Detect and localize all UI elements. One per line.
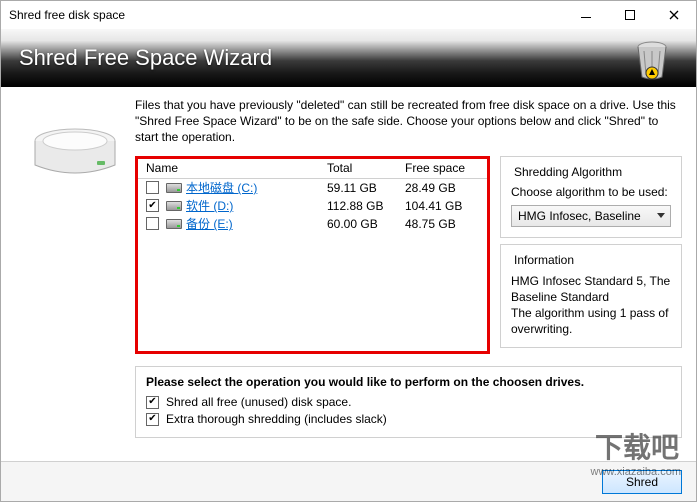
algorithm-selected: HMG Infosec, Baseline [518,209,641,223]
drive-total: 112.88 GB [327,199,405,213]
drive-checkbox[interactable] [146,217,159,230]
drive-checkbox[interactable] [146,181,159,194]
left-image-column [15,97,135,453]
operations-group: Please select the operation you would li… [135,366,682,438]
close-button[interactable] [652,1,696,29]
shred-free-checkbox[interactable] [146,396,159,409]
harddrive-icon [32,127,118,184]
chevron-down-icon [657,213,665,218]
shred-free-label: Shred all free (unused) disk space. [166,395,351,409]
table-row[interactable]: 本地磁盘 (C:) 59.11 GB28.49 GB [138,179,487,197]
wizard-heading: Shred Free Space Wizard [19,45,272,71]
col-header-name[interactable]: Name [142,161,327,175]
table-row[interactable]: 软件 (D:) 112.88 GB104.41 GB [138,197,487,215]
drive-total: 59.11 GB [327,181,405,195]
algorithm-select[interactable]: HMG Infosec, Baseline [511,205,671,227]
close-icon [669,10,679,20]
algorithm-info-text: HMG Infosec Standard 5, The Baseline Sta… [511,273,671,338]
col-header-total[interactable]: Total [327,161,405,175]
drive-icon [166,183,182,193]
table-header: Name Total Free space [138,159,487,179]
drive-icon [166,201,182,211]
algorithm-hint: Choose algorithm to be used: [511,185,671,199]
algorithm-info-group: Information HMG Infosec Standard 5, The … [500,244,682,349]
algorithm-group-label: Shredding Algorithm [511,165,625,179]
wizard-banner: Shred Free Space Wizard [1,29,696,87]
drive-name[interactable]: 备份 (E:) [186,215,233,232]
drive-free: 104.41 GB [405,199,483,213]
wizard-description: Files that you have previously "deleted"… [135,97,682,146]
table-row[interactable]: 备份 (E:) 60.00 GB48.75 GB [138,215,487,233]
algorithm-info-label: Information [511,253,577,267]
window-title: Shred free disk space [9,8,564,22]
drive-icon [166,219,182,229]
titlebar: Shred free disk space [1,1,696,29]
recycle-bin-icon [628,35,676,86]
extra-thorough-checkbox[interactable] [146,413,159,426]
shred-button[interactable]: Shred [602,470,682,494]
drive-name[interactable]: 软件 (D:) [186,197,233,214]
drive-checkbox[interactable] [146,199,159,212]
extra-thorough-label: Extra thorough shredding (includes slack… [166,412,387,426]
minimize-button[interactable] [564,1,608,29]
drive-name[interactable]: 本地磁盘 (C:) [186,179,257,196]
operations-prompt: Please select the operation you would li… [146,375,671,389]
algorithm-group: Shredding Algorithm Choose algorithm to … [500,156,682,238]
maximize-button[interactable] [608,1,652,29]
content-area: Files that you have previously "deleted"… [1,87,696,461]
drive-total: 60.00 GB [327,217,405,231]
drive-free: 48.75 GB [405,217,483,231]
col-header-free[interactable]: Free space [405,161,483,175]
drive-free: 28.49 GB [405,181,483,195]
footer-bar: Shred [1,461,696,501]
drives-table: Name Total Free space 本地磁盘 (C:) 59.11 GB2… [135,156,490,355]
